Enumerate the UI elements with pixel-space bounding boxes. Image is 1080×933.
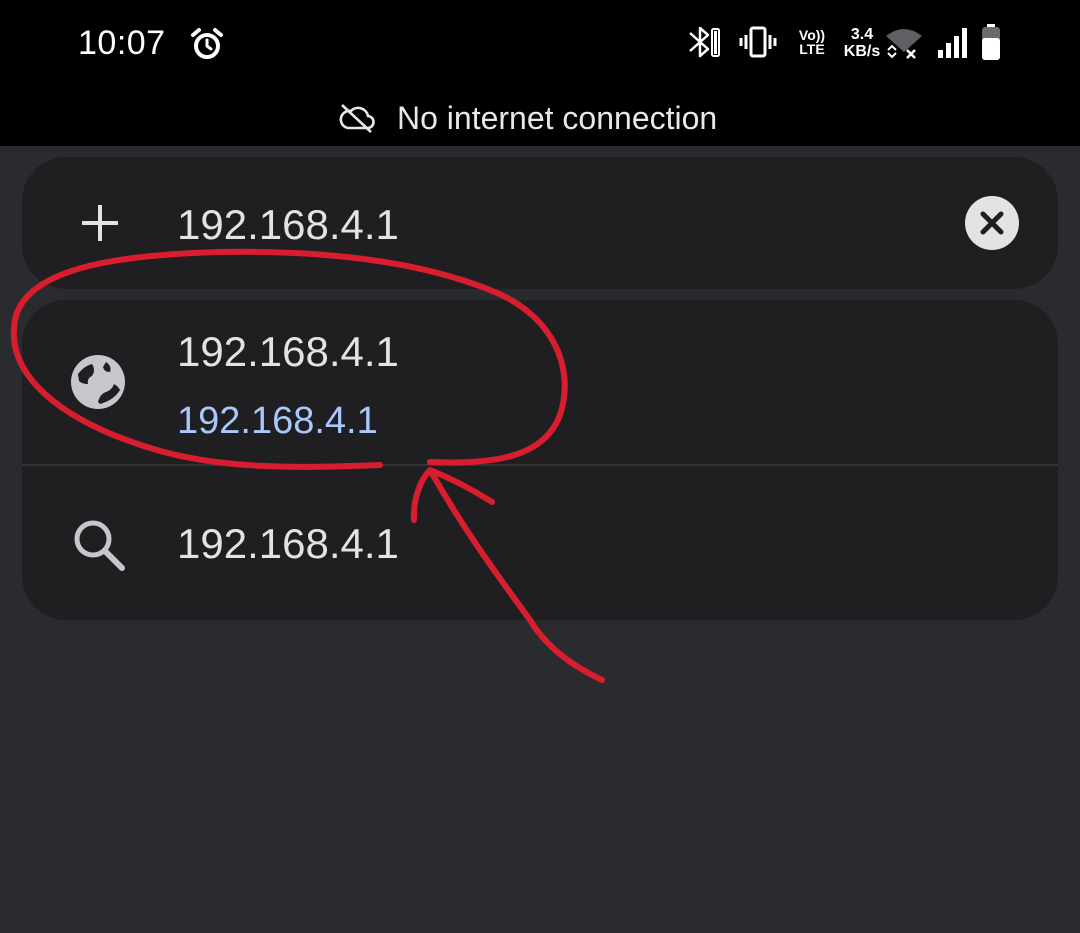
status-icons: Vo)) LTE 3.4 KB/s: [686, 22, 1006, 66]
plus-icon[interactable]: [80, 203, 120, 248]
suggestion-url-row[interactable]: 192.168.4.1 192.168.4.1: [22, 300, 1058, 464]
globe-icon: [70, 354, 126, 415]
alarm-icon: [190, 27, 224, 66]
suggestion-url[interactable]: 192.168.4.1: [177, 400, 378, 443]
suggestion-title: 192.168.4.1: [177, 328, 399, 375]
net-speed: 3.4 KB/s: [844, 22, 886, 66]
net-speed-label: 3.4 KB/s: [832, 26, 892, 60]
status-bar: 10:07 Vo)) LTE 3.4 KB/s: [0, 0, 1080, 90]
volte-bottom: LTE: [799, 41, 825, 57]
clear-input-button[interactable]: [964, 195, 1020, 256]
bluetooth-icon: [686, 22, 720, 67]
cloud-off-icon: [338, 102, 376, 139]
connection-status-text: No internet connection: [397, 100, 718, 136]
omnibox[interactable]: 192.168.4.1: [22, 157, 1058, 289]
page: 10:07 Vo)) LTE 3.4 KB/s No internet conn…: [0, 0, 1080, 933]
suggestion-search-row[interactable]: 192.168.4.1: [22, 466, 1058, 620]
volte-label: Vo)) LTE: [792, 28, 832, 56]
net-speed-unit: KB/s: [843, 43, 881, 60]
battery-icon: [980, 22, 1002, 67]
net-speed-value: 3.4: [850, 26, 874, 43]
wifi-off-icon: [884, 22, 924, 67]
clock: 10:07: [78, 24, 166, 62]
suggestions-list: 192.168.4.1 192.168.4.1 192.168.4.1: [22, 300, 1058, 620]
vibrate-icon: [738, 22, 778, 67]
search-icon: [72, 518, 126, 577]
volte-icon: Vo)) LTE: [792, 22, 832, 66]
clear-icon[interactable]: [964, 195, 1020, 251]
suggestion-query: 192.168.4.1: [177, 520, 399, 567]
signal-icon: [936, 22, 970, 67]
omnibox-input[interactable]: 192.168.4.1: [177, 201, 399, 249]
connection-banner: No internet connection: [0, 90, 1080, 146]
